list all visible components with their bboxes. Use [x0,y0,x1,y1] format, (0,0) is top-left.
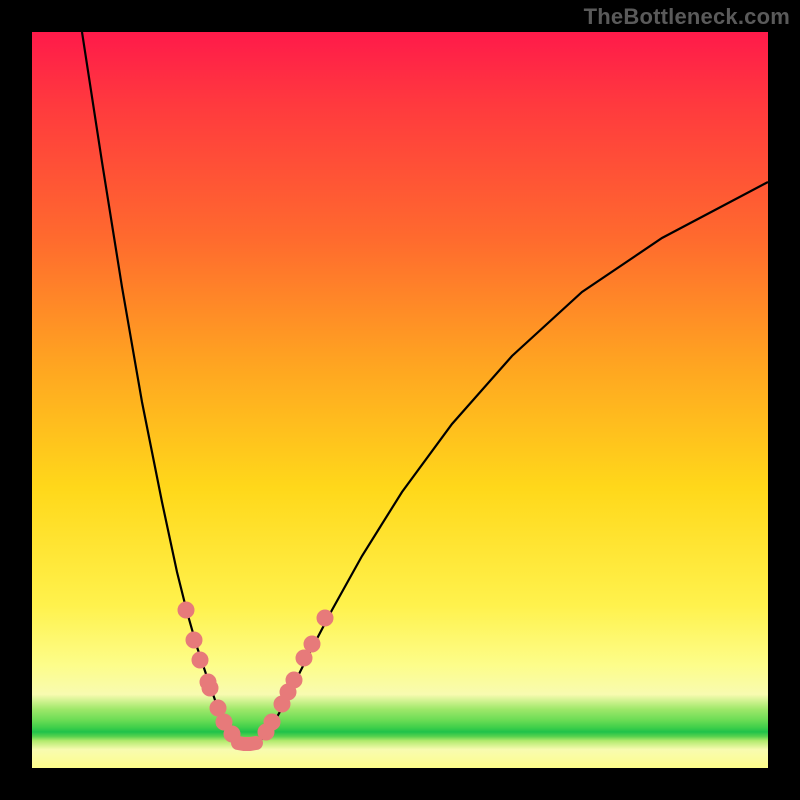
data-dot [186,632,202,648]
data-dot [304,636,320,652]
valley-floor [238,743,256,744]
data-dot [178,602,194,618]
data-dot [296,650,312,666]
scatter-dots [178,602,333,742]
chart-frame: TheBottleneck.com [0,0,800,800]
data-dot [286,672,302,688]
data-dot [264,714,280,730]
chart-svg [32,32,768,768]
curve-left [82,32,240,742]
data-dot [202,680,218,696]
data-dot [224,726,240,742]
data-dot [192,652,208,668]
curve-right [258,182,768,742]
watermark-text: TheBottleneck.com [584,4,790,30]
data-dot [317,610,333,626]
